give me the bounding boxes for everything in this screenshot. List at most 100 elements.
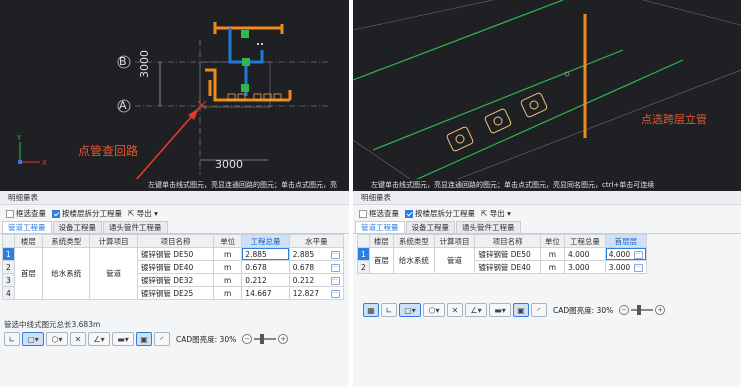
more-button[interactable]: ···	[331, 250, 340, 259]
more-button[interactable]: ···	[331, 289, 340, 298]
options-bar: 框选查量 按楼层拆分工程量 ⇱ 导出 ▾	[0, 205, 349, 221]
cad-brightness-label: CAD图亮度: 30%	[553, 305, 614, 315]
tab-fittings[interactable]: 通头管件工程量	[103, 221, 168, 233]
detail-quantity-panel: 明细量表 框选查量 按楼层拆分工程量 ⇱ 导出 ▾ 管道工程量 设备工程量 通头…	[353, 191, 741, 387]
filter-option[interactable]: 框选查量	[359, 208, 399, 219]
export-button[interactable]: ⇱ 导出 ▾	[481, 208, 511, 219]
col-floor-qty[interactable]: 首层层	[604, 234, 648, 248]
left-panel: X Y B A 3000 3000 点管查回路 左键单击线式图元，亮显连通回路的…	[0, 0, 349, 387]
svg-text:Y: Y	[16, 134, 22, 142]
dimension-vertical: 3000	[138, 50, 151, 78]
cad-viewport-left[interactable]: X Y B A 3000 3000 点管查回路	[0, 0, 349, 181]
options-bar: 框选查量 按楼层拆分工程量 ⇱ 导出 ▾	[353, 205, 741, 221]
annotation-select-riser: 点选跨层立管	[641, 113, 707, 126]
col-name[interactable]: 项目名称	[136, 234, 215, 248]
col-horizontal[interactable]: 水平量	[288, 234, 345, 248]
col-unit[interactable]: 单位	[213, 234, 243, 248]
tab-equipment[interactable]: 设备工程量	[405, 221, 455, 233]
filter-checkbox[interactable]	[6, 209, 14, 218]
col-name[interactable]: 项目名称	[474, 234, 541, 248]
layer-icon[interactable]: ▬▾	[112, 332, 134, 346]
col-total[interactable]: 工程总量	[241, 234, 290, 248]
status-hint: 左键单击线式图元，亮显连通回路的图元；单击点式图元，亮	[0, 179, 349, 191]
plus-icon[interactable]: +	[655, 305, 666, 315]
minus-icon[interactable]: −	[619, 305, 630, 315]
dimension-horizontal: 3000	[215, 158, 243, 171]
col-floor[interactable]: 楼层	[13, 234, 43, 248]
brightness-slider[interactable]: − +	[619, 305, 666, 315]
col-system[interactable]: 系统类型	[392, 234, 435, 248]
slider-thumb[interactable]	[260, 334, 265, 344]
split-option[interactable]: 按楼层拆分工程量	[405, 208, 475, 219]
brightness-slider[interactable]: − +	[242, 334, 289, 344]
quantity-tabs: 管道工程量 设备工程量 通头管件工程量	[0, 221, 349, 234]
cad-brightness-label: CAD图亮度: 30%	[176, 334, 237, 344]
right-panel: 点选跨层立管 左键单击线式图元，亮显连通回路的图元；单击点式图元，亮显同名图元，…	[353, 0, 741, 387]
minus-icon[interactable]: −	[242, 334, 253, 344]
quantity-tabs: 管道工程量 设备工程量 通头管件工程量	[353, 221, 741, 234]
bottom-toolbar: ∟ ▢▾ ⬡▾ ✕ ∠▾ ▬▾ ▣ ◜ CAD图亮度: 30% − +	[4, 331, 289, 347]
table-row[interactable]: 1 首层 给水系统 管道 镀锌钢管 DE50 m 4.000 4.000 ···	[357, 247, 648, 274]
more-button[interactable]: ···	[331, 276, 340, 285]
more-button[interactable]: ···	[331, 263, 340, 272]
tab-pipe[interactable]: 管道工程量	[2, 221, 52, 233]
cross-icon[interactable]: ✕	[447, 303, 463, 317]
col-unit[interactable]: 单位	[539, 234, 566, 248]
col-item[interactable]: 计算项目	[89, 234, 138, 248]
arc-icon[interactable]: ◜	[154, 332, 170, 346]
annotation-check-loop: 点管查回路	[78, 144, 139, 158]
arc-icon[interactable]: ◜	[531, 303, 547, 317]
view-cube-icon[interactable]: ⬡▾	[423, 303, 445, 317]
slider-thumb[interactable]	[637, 305, 642, 315]
tab-pipe[interactable]: 管道工程量	[355, 221, 405, 233]
split-checkbox[interactable]	[405, 209, 413, 218]
grid-icon[interactable]: ▦	[363, 303, 379, 317]
quantity-table: 楼层 系统类型 计算项目 项目名称 单位 工程总量 水平量 1 首层 给水系统 …	[2, 234, 345, 300]
corner-snap-icon[interactable]: ∟	[381, 303, 397, 317]
split-checkbox[interactable]	[52, 209, 60, 218]
select-rect-icon[interactable]: ▢▾	[399, 303, 421, 317]
status-hint: 左键单击线式图元，亮显连通回路的图元；单击点式图元，亮显同名图元，ctrl+单击…	[353, 179, 741, 191]
select-rect-icon[interactable]: ▢▾	[22, 332, 44, 346]
display-icon[interactable]: ▣	[513, 303, 529, 317]
corner-snap-icon[interactable]: ∟	[4, 332, 20, 346]
col-total[interactable]: 工程总量	[564, 234, 606, 248]
plus-icon[interactable]: +	[278, 334, 289, 344]
panel-title: 明细量表	[0, 191, 349, 205]
axis-a-label: A	[119, 99, 127, 112]
system-cell: 给水系统	[41, 247, 91, 300]
item-cell: 管道	[89, 247, 138, 300]
cad-viewport-right[interactable]: 点选跨层立管	[353, 0, 741, 181]
display-icon[interactable]: ▣	[136, 332, 152, 346]
col-floor[interactable]: 楼层	[368, 234, 394, 248]
export-icon: ⇱	[481, 208, 488, 218]
tab-fittings[interactable]: 通头管件工程量	[456, 221, 521, 233]
panel-title: 明细量表	[353, 191, 741, 205]
svg-text:X: X	[42, 159, 47, 167]
angle-icon[interactable]: ∠▾	[465, 303, 487, 317]
more-button[interactable]: ···	[634, 250, 643, 259]
filter-checkbox[interactable]	[359, 209, 367, 218]
filter-option[interactable]: 框选查量	[6, 208, 46, 219]
axis-b-label: B	[119, 55, 127, 68]
bottom-toolbar: ▦ ∟ ▢▾ ⬡▾ ✕ ∠▾ ▬▾ ▣ ◜ CAD图亮度: 30% − +	[363, 302, 666, 318]
more-button[interactable]: ···	[634, 263, 643, 272]
layer-icon[interactable]: ▬▾	[489, 303, 511, 317]
col-item[interactable]: 计算项目	[433, 234, 476, 248]
item-cell: 管道	[433, 247, 476, 274]
export-icon: ⇱	[128, 208, 135, 218]
view-cube-icon[interactable]: ⬡▾	[46, 332, 68, 346]
cross-icon[interactable]: ✕	[70, 332, 86, 346]
floor-cell: 首层	[13, 247, 43, 300]
cad-drawing-left: X Y	[16, 22, 330, 181]
system-cell: 给水系统	[392, 247, 435, 274]
angle-icon[interactable]: ∠▾	[88, 332, 110, 346]
tab-equipment[interactable]: 设备工程量	[52, 221, 102, 233]
cad-drawing-right	[353, 0, 741, 181]
split-option[interactable]: 按楼层拆分工程量	[52, 208, 122, 219]
table-row[interactable]: 1 首层 给水系统 管道 镀锌钢管 DE50 m 2.885 2.885 ···	[2, 247, 345, 300]
col-system[interactable]: 系统类型	[41, 234, 91, 248]
detail-quantity-panel: 明细量表 框选查量 按楼层拆分工程量 ⇱ 导出 ▾ 管道工程量 设备工程量 通头…	[0, 191, 349, 387]
export-button[interactable]: ⇱ 导出 ▾	[128, 208, 158, 219]
floor-cell: 首层	[368, 247, 394, 274]
